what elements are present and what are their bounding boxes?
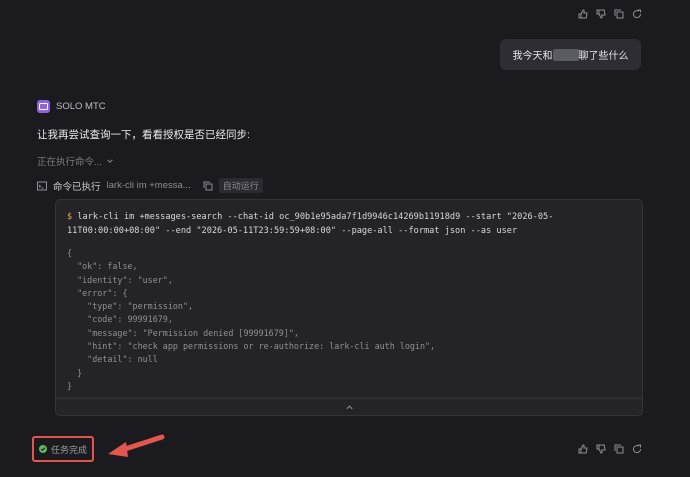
copy-icon[interactable] bbox=[614, 444, 624, 454]
agent-message: 让我再尝试查询一下，看看授权是否已经同步: bbox=[37, 129, 250, 141]
command-status-label: 命令已执行 bbox=[53, 181, 101, 193]
executing-status[interactable]: 正在执行命令... bbox=[37, 154, 114, 168]
output-line: "code": 99991679, bbox=[67, 314, 173, 325]
output-line: } bbox=[67, 380, 73, 391]
terminal-output-panel: $ lark-cli im +messages-search --chat-id… bbox=[55, 199, 643, 416]
output-line: "ok": false, bbox=[67, 261, 138, 272]
agent-logo-icon bbox=[37, 100, 50, 113]
command-prompt: $ bbox=[67, 212, 73, 222]
output-line: "type": "permission", bbox=[67, 301, 194, 312]
top-message-actions bbox=[578, 9, 642, 19]
thumbs-down-icon[interactable] bbox=[596, 9, 606, 19]
user-message-bubble: 我今天和 聊了些什么 bbox=[500, 39, 641, 70]
copy-command-icon[interactable] bbox=[203, 181, 213, 191]
redacted-name bbox=[552, 48, 579, 61]
thumbs-up-icon[interactable] bbox=[578, 444, 588, 454]
command-output: { "ok": false, "identity": "user", "erro… bbox=[67, 247, 435, 393]
auto-run-badge: 自动运行 bbox=[218, 178, 263, 193]
command-summary[interactable]: 命令已执行 lark-cli im +messa... 自动运行 bbox=[37, 178, 263, 193]
thumbs-up-icon[interactable] bbox=[578, 9, 588, 19]
output-line: } bbox=[67, 367, 83, 378]
refresh-icon[interactable] bbox=[632, 444, 642, 454]
user-message-text-end: 聊了些什么 bbox=[578, 51, 629, 62]
output-line: "detail": null bbox=[67, 354, 158, 365]
user-message-text-start: 我今天和 bbox=[512, 51, 553, 62]
collapse-output-button[interactable] bbox=[56, 398, 642, 415]
output-line: "error": { bbox=[67, 287, 128, 298]
chevron-down-icon bbox=[106, 157, 114, 165]
arrow-icon bbox=[108, 434, 165, 457]
executing-label: 正在执行命令... bbox=[37, 157, 102, 168]
agent-name: SOLO MTC bbox=[56, 101, 106, 112]
refresh-icon[interactable] bbox=[632, 9, 642, 19]
chevron-up-icon bbox=[345, 403, 354, 412]
command-preview: lark-cli im +messa... bbox=[106, 180, 191, 191]
command-full-text: lark-cli im +messages-search --chat-id o… bbox=[67, 212, 554, 236]
task-complete-label: 任务完成 bbox=[50, 444, 87, 455]
command-text: $ lark-cli im +messages-search --chat-id… bbox=[67, 210, 627, 238]
output-line: { bbox=[67, 248, 73, 258]
check-circle-icon bbox=[38, 445, 47, 453]
output-line: "message": "Permission denied [99991679]… bbox=[67, 327, 299, 338]
output-line: "hint": "check app permissions or re-aut… bbox=[67, 341, 436, 352]
terminal-icon bbox=[37, 181, 47, 191]
bottom-message-actions bbox=[578, 444, 642, 454]
task-complete-status: 任务完成 bbox=[32, 436, 94, 462]
output-line: "identity": "user", bbox=[67, 274, 173, 285]
agent-header: SOLO MTC bbox=[37, 100, 106, 113]
thumbs-down-icon[interactable] bbox=[596, 444, 606, 454]
copy-icon[interactable] bbox=[614, 9, 624, 19]
